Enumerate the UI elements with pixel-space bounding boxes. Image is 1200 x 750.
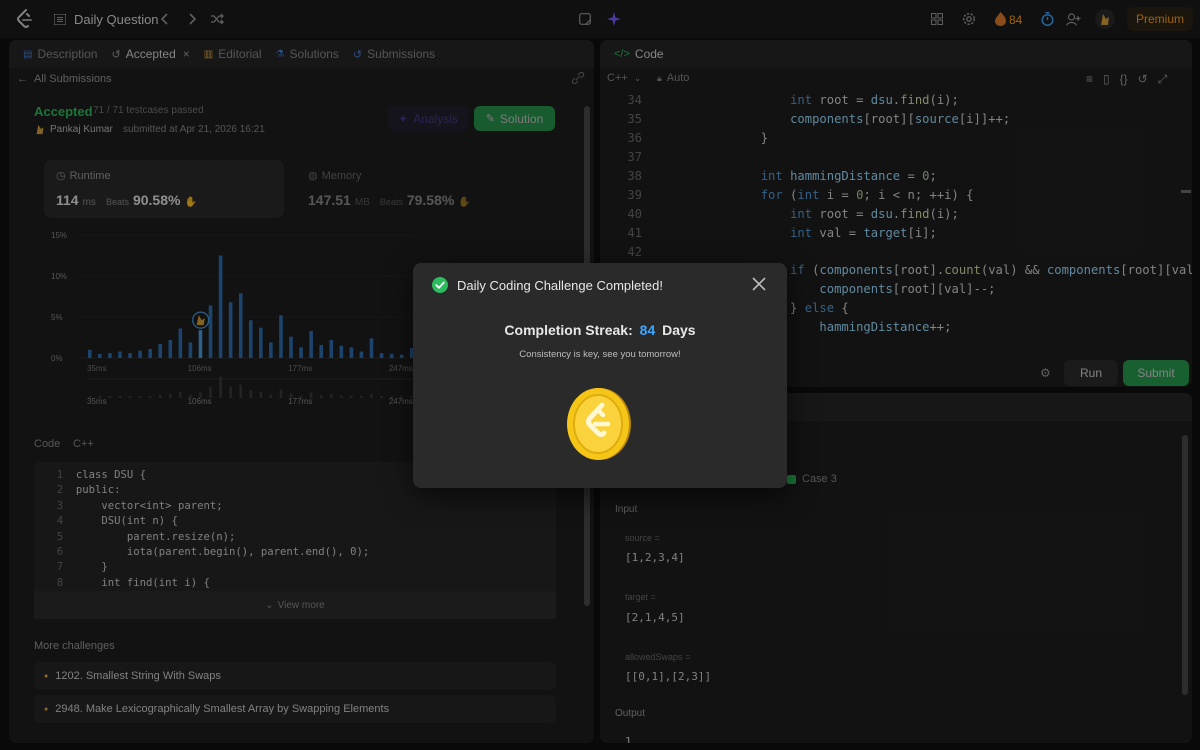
close-icon[interactable]	[751, 276, 767, 292]
daily-challenge-modal: Daily Coding Challenge Completed! Comple…	[413, 263, 787, 488]
success-check-icon	[432, 277, 448, 293]
streak-value: 84	[639, 322, 656, 338]
streak-label: Completion Streak:	[504, 322, 633, 338]
modal-message: Consistency is key, see you tomorrow!	[519, 349, 681, 360]
streak-unit: Days	[662, 322, 696, 338]
gold-coin-icon	[566, 387, 632, 461]
completion-streak: Completion Streak: 84 Days	[413, 322, 787, 338]
modal-title: Daily Coding Challenge Completed!	[457, 278, 663, 293]
